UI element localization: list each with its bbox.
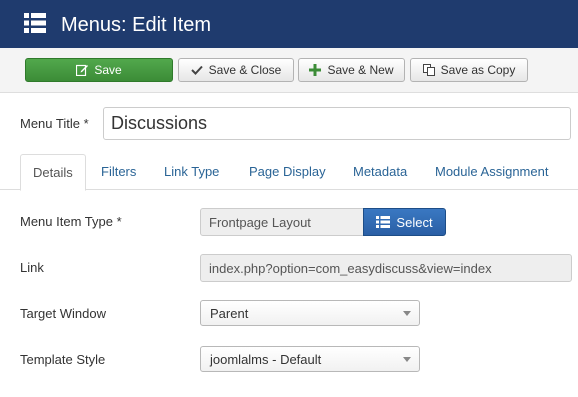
template-style-select[interactable]: joomlalms - Default [200,346,420,372]
edit-icon [76,64,89,76]
tab-bar: Details Filters Link Type Page Display M… [0,154,578,191]
save-label: Save [94,63,122,77]
tab-page-display[interactable]: Page Display [237,154,338,190]
link-value: index.php?option=com_easydiscuss&view=in… [209,260,492,276]
template-style-label: Template Style [20,352,106,367]
required-mark: * [116,214,122,229]
select-label: Select [396,214,433,230]
menu-title-input[interactable]: Discussions [103,107,571,140]
tab-metadata[interactable]: Metadata [341,154,419,190]
toolbar: Save Save & Close Save & New Save as Cop… [0,48,578,93]
save-copy-label: Save as Copy [440,63,516,77]
menu-title-value: Discussions [111,113,208,133]
plus-icon [309,64,322,76]
list-icon [376,216,391,228]
save-copy-button[interactable]: Save as Copy [410,58,528,82]
page-title: Menus: Edit Item [61,14,212,36]
save-new-button[interactable]: Save & New [298,58,405,82]
link-field: index.php?option=com_easydiscuss&view=in… [200,254,572,282]
link-label: Link [20,260,44,275]
select-button[interactable]: Select [363,208,446,236]
caret-down-icon [403,357,411,362]
list-icon [24,13,46,33]
menu-item-type-value: Frontpage Layout [209,214,311,230]
menu-item-type-label: Menu Item Type * [20,214,122,230]
target-window-value: Parent [210,305,249,321]
tab-details[interactable]: Details [20,154,86,191]
required-mark: * [83,116,89,131]
save-new-label: Save & New [327,63,394,77]
target-window-select[interactable]: Parent [200,300,420,326]
menu-item-type-field: Frontpage Layout [200,208,364,236]
page-header: Menus: Edit Item [0,0,578,48]
menu-item-type-label-text: Menu Item Type [20,214,113,229]
save-close-button[interactable]: Save & Close [178,58,294,82]
copy-icon [422,64,435,76]
tab-module-assignment[interactable]: Module Assignment [423,154,560,190]
save-close-label: Save & Close [208,63,282,77]
template-style-value: joomlalms - Default [210,351,322,367]
tab-link-type[interactable]: Link Type [152,154,231,190]
caret-down-icon [403,311,411,316]
tab-filters[interactable]: Filters [89,154,148,190]
target-window-label: Target Window [20,306,106,321]
menu-title-label: Menu Title * [20,116,89,132]
menu-title-label-text: Menu Title [20,116,80,131]
save-button[interactable]: Save [25,58,173,82]
checkmark-icon [190,65,203,75]
